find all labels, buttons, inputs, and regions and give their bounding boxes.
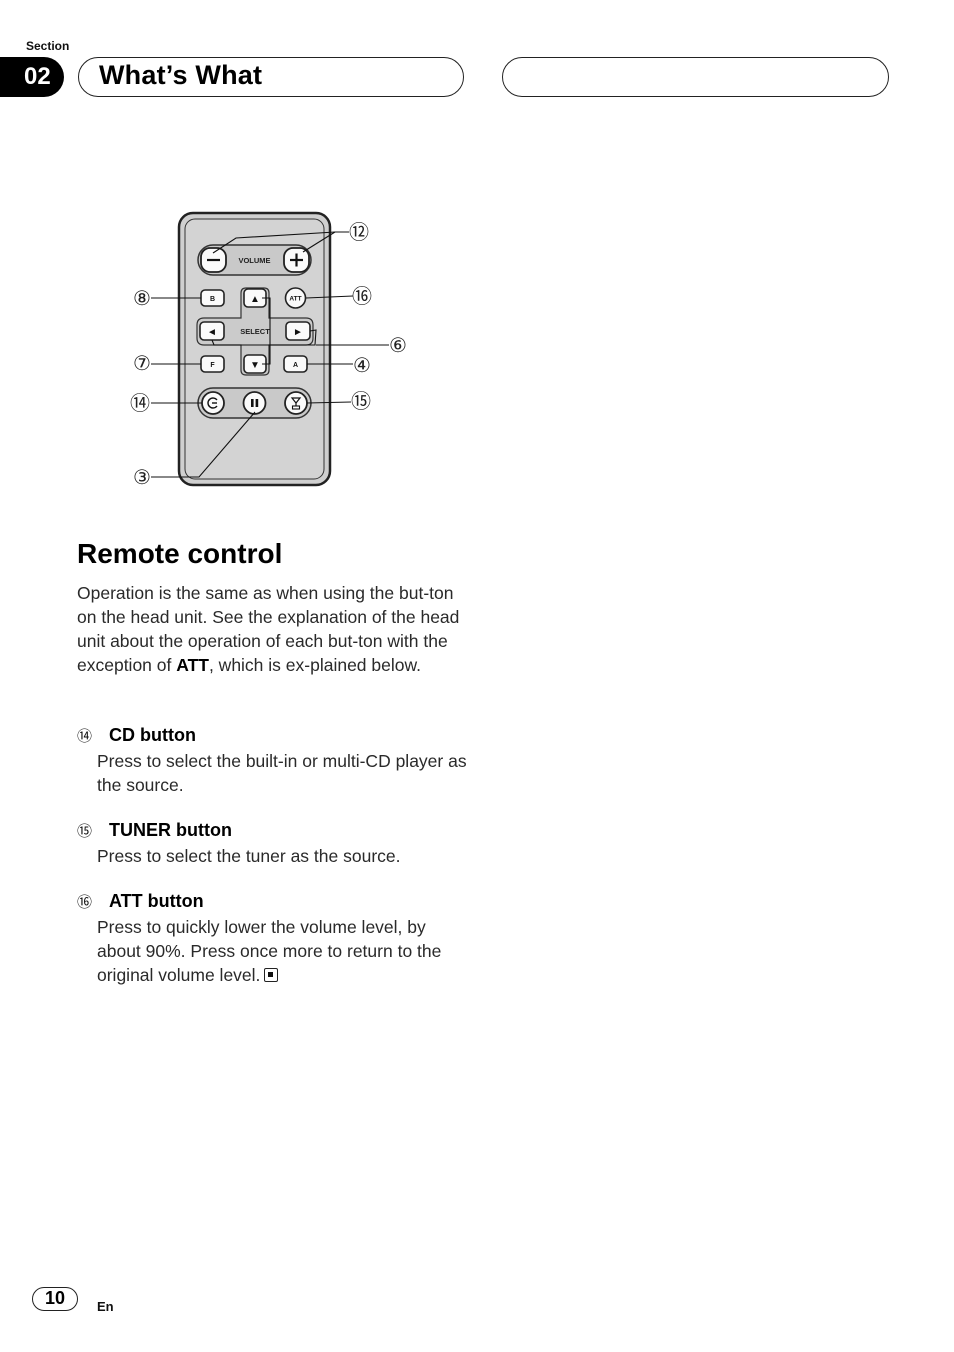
callout-volume: ⑫	[349, 221, 369, 244]
att-button-label: ATT	[289, 296, 301, 303]
item-description: Press to select the built-in or multi-CD…	[97, 751, 467, 795]
pause-button[interactable]	[242, 391, 267, 415]
a-button-label: A	[293, 362, 298, 369]
page-number: 10	[32, 1287, 78, 1311]
callout-f: ⑦	[133, 353, 151, 375]
item-number: ⑮	[77, 823, 93, 840]
list-item-cd: ⑭ CD button Press to select the built-in …	[77, 723, 472, 797]
volume-label: VOLUME	[238, 256, 270, 265]
callout-a: ④	[353, 355, 371, 377]
list-item-att: ⑯ ATT button Press to quickly lower the v…	[77, 889, 472, 987]
language-code: En	[97, 1299, 114, 1314]
source-pod	[197, 387, 312, 419]
section-title-frame: What’s What	[78, 57, 464, 97]
left-arrow-icon: ◄	[207, 327, 217, 338]
remote-control-illustration: VOLUME ▲ ◄ ► ▼ SELECT B ATT F A ⑫ ⑧ ⑯ ⑥ …	[130, 211, 407, 489]
item-description: Press to select the tuner as the source.	[97, 846, 401, 866]
item-title: TUNER button	[109, 820, 232, 840]
section-title: What’s What	[99, 60, 263, 90]
item-number: ⑯	[77, 894, 93, 911]
item-number: ⑭	[77, 728, 93, 745]
f-button-label: F	[210, 362, 215, 369]
empty-title-frame	[502, 57, 889, 97]
up-arrow-icon: ▲	[250, 294, 260, 305]
item-title: ATT button	[109, 891, 204, 911]
right-arrow-icon: ►	[293, 327, 303, 338]
end-of-section-icon	[264, 968, 279, 982]
list-item-tuner: ⑮ TUNER button Press to select the tuner …	[77, 818, 472, 868]
down-arrow-icon: ▼	[250, 360, 260, 371]
select-label: SELECT	[240, 327, 270, 336]
item-description: Press to quickly lower the volume level,…	[77, 915, 472, 987]
callout-tuner: ⑮	[351, 390, 371, 413]
callout-select: ⑥	[389, 335, 407, 357]
callout-att: ⑯	[352, 285, 372, 308]
intro-bold-att: ATT	[176, 655, 209, 675]
intro-text-2: , which is ex-plained below.	[208, 655, 422, 675]
intro-paragraph: Operation is the same as when using the …	[77, 581, 472, 677]
section-label: Section	[26, 39, 70, 53]
callout-b: ⑧	[133, 288, 151, 310]
callout-pause: ③	[133, 467, 151, 489]
b-button-label: B	[210, 296, 215, 303]
volume-pod: VOLUME	[197, 244, 312, 276]
callout-cd: ⑭	[130, 392, 150, 415]
section-number-badge: 02	[0, 57, 64, 97]
section-heading: Remote control	[77, 538, 283, 569]
item-title: CD button	[109, 725, 196, 745]
